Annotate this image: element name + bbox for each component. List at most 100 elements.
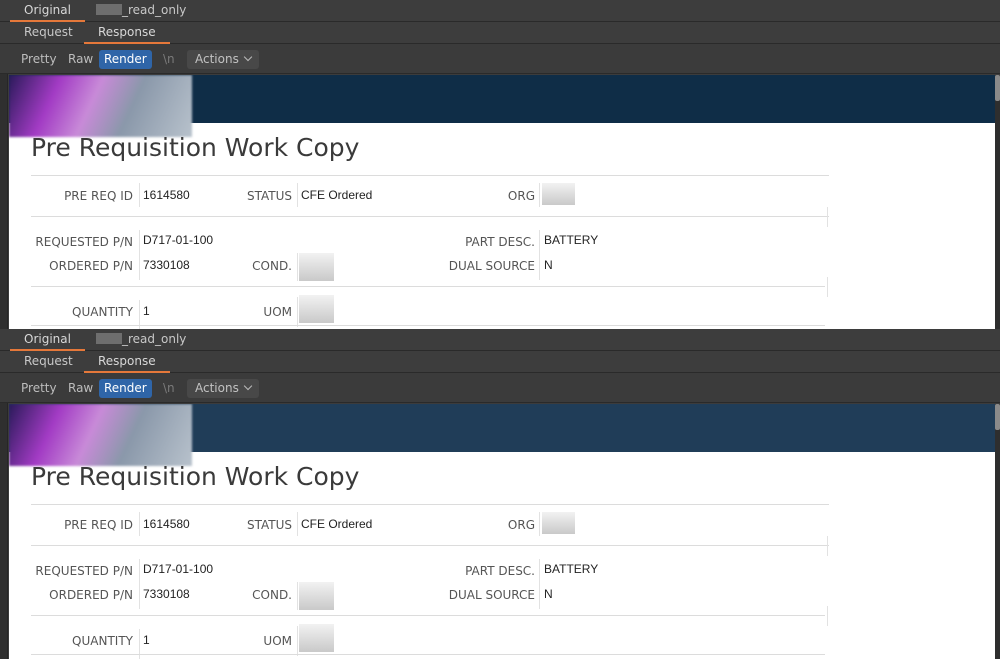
ordered-pn-value: 7330108	[143, 258, 190, 272]
dual-source-value: N	[544, 258, 553, 272]
field-separator	[297, 253, 298, 281]
actions-dropdown[interactable]: Actions	[187, 379, 259, 398]
tab-read-only[interactable]: _read_only	[82, 0, 200, 22]
quantity-label: QUANTITY	[31, 634, 133, 648]
status-label: STATUS	[229, 189, 292, 203]
field-separator	[827, 606, 828, 626]
divider	[31, 504, 829, 505]
scrollbar-thumb[interactable]	[995, 404, 1000, 430]
render-button[interactable]: Render	[99, 379, 152, 398]
tab-request[interactable]: Request	[10, 22, 87, 44]
newline-toggle-button[interactable]: \n	[158, 50, 180, 69]
message-tabs: Original _read_only	[0, 0, 1000, 22]
cond-label: COND.	[239, 588, 292, 602]
dual-source-value: N	[544, 587, 553, 601]
pre-req-id-label: PRE REQ ID	[31, 518, 133, 532]
divider	[31, 286, 825, 287]
redacted-logo	[9, 404, 192, 466]
tab-response[interactable]: Response	[84, 22, 170, 44]
vertical-scrollbar[interactable]	[995, 404, 1000, 659]
requested-pn-value: D717-01-100	[143, 562, 213, 576]
tab-original[interactable]: Original	[10, 0, 85, 22]
pre-req-id-value: 1614580	[143, 517, 190, 531]
org-label: ORG	[479, 189, 535, 203]
ordered-pn-label: ORDERED P/N	[31, 259, 133, 273]
field-separator	[539, 512, 540, 536]
quantity-label: QUANTITY	[31, 305, 133, 319]
divider	[31, 615, 825, 616]
response-viewer-pane-bottom: Original _read_only Request Response Pre…	[0, 329, 1000, 659]
raw-button[interactable]: Raw	[63, 379, 98, 398]
field-separator	[297, 297, 298, 327]
requested-pn-label: REQUESTED P/N	[31, 564, 133, 578]
tab-original[interactable]: Original	[10, 329, 85, 351]
response-viewer-pane-top: Original _read_only Request Response Pre…	[0, 0, 1000, 330]
quantity-value: 1	[143, 304, 150, 318]
divider	[31, 325, 825, 326]
page-title: Pre Requisition Work Copy	[31, 462, 359, 491]
field-separator	[827, 536, 828, 556]
pretty-button[interactable]: Pretty	[16, 50, 62, 69]
field-separator	[297, 626, 298, 656]
field-separator	[827, 207, 828, 227]
request-response-tabs: Request Response	[0, 351, 1000, 373]
redacted-uom-value	[299, 624, 334, 652]
pretty-button[interactable]: Pretty	[16, 379, 62, 398]
divider	[31, 175, 829, 176]
field-separator	[297, 582, 298, 610]
redacted-tab-prefix	[96, 4, 122, 15]
divider	[31, 216, 829, 217]
chevron-down-icon	[244, 382, 252, 390]
quantity-value: 1	[143, 633, 150, 647]
redacted-tab-prefix	[96, 333, 122, 344]
dual-source-label: DUAL SOURCE	[439, 588, 535, 602]
redacted-org-value	[542, 183, 575, 205]
tab-response[interactable]: Response	[84, 351, 170, 373]
part-desc-value: BATTERY	[544, 233, 598, 247]
response-toolbar: Pretty Raw Render \n Actions	[0, 44, 1000, 74]
render-button[interactable]: Render	[99, 50, 152, 69]
tab-read-only[interactable]: _read_only	[82, 329, 200, 351]
field-separator	[827, 277, 828, 297]
field-separator	[539, 559, 540, 609]
part-desc-value: BATTERY	[544, 562, 598, 576]
redacted-cond-value	[299, 253, 334, 281]
rendered-response[interactable]: Pre Requisition Work Copy PRE REQ ID 161…	[9, 75, 995, 330]
status-value: CFE Ordered	[301, 188, 372, 202]
part-desc-label: PART DESC.	[439, 235, 535, 249]
newline-toggle-button[interactable]: \n	[158, 379, 180, 398]
status-value: CFE Ordered	[301, 517, 372, 531]
dual-source-label: DUAL SOURCE	[439, 259, 535, 273]
response-toolbar: Pretty Raw Render \n Actions	[0, 373, 1000, 403]
field-separator	[139, 512, 140, 536]
pre-req-id-value: 1614580	[143, 188, 190, 202]
actions-dropdown[interactable]: Actions	[187, 50, 259, 69]
request-response-tabs: Request Response	[0, 22, 1000, 44]
uom-label: UOM	[239, 305, 292, 319]
org-label: ORG	[479, 518, 535, 532]
message-tabs: Original _read_only	[0, 329, 1000, 351]
vertical-scrollbar[interactable]	[995, 75, 1000, 330]
pre-req-id-label: PRE REQ ID	[31, 189, 133, 203]
raw-button[interactable]: Raw	[63, 50, 98, 69]
field-separator	[297, 512, 298, 536]
redacted-logo	[9, 75, 192, 137]
redacted-uom-value	[299, 295, 334, 323]
divider	[31, 654, 825, 655]
requested-pn-value: D717-01-100	[143, 233, 213, 247]
page-title: Pre Requisition Work Copy	[31, 133, 359, 162]
uom-label: UOM	[239, 634, 292, 648]
status-label: STATUS	[229, 518, 292, 532]
ordered-pn-label: ORDERED P/N	[31, 588, 133, 602]
field-separator	[539, 183, 540, 207]
cond-label: COND.	[239, 259, 292, 273]
chevron-down-icon	[244, 53, 252, 61]
field-separator	[297, 183, 298, 207]
redacted-cond-value	[299, 582, 334, 610]
redacted-org-value	[542, 512, 575, 534]
tab-request[interactable]: Request	[10, 351, 87, 373]
field-separator	[139, 230, 140, 280]
scrollbar-thumb[interactable]	[995, 75, 1000, 101]
rendered-response[interactable]: Pre Requisition Work Copy PRE REQ ID 161…	[9, 404, 995, 659]
requested-pn-label: REQUESTED P/N	[31, 235, 133, 249]
